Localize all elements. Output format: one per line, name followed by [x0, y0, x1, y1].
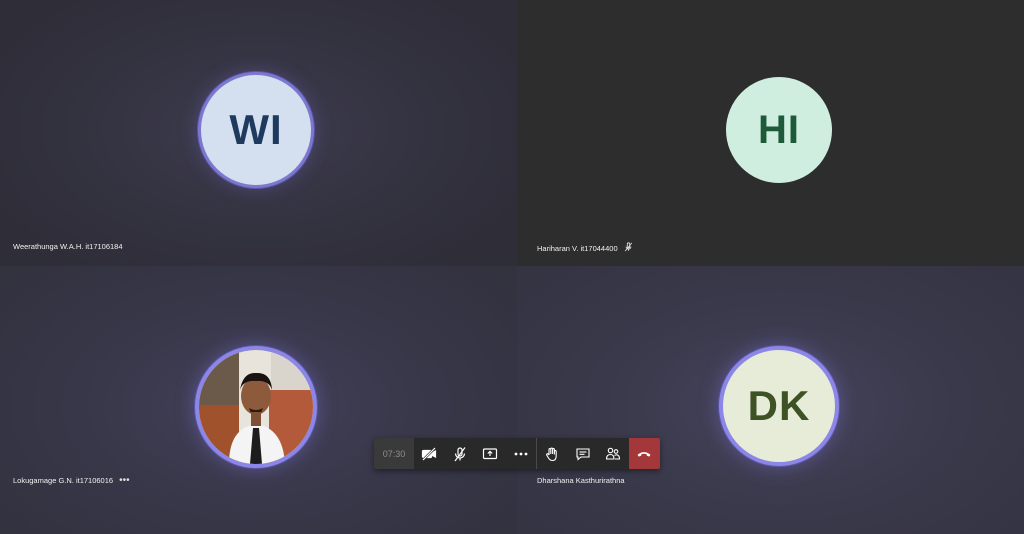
participant-name: Dharshana Kasthurirathna: [537, 476, 625, 485]
raise-hand-icon: [546, 447, 557, 461]
camera-off-icon: [422, 446, 437, 461]
participants-button[interactable]: [598, 438, 629, 469]
mic-muted-icon: [624, 242, 633, 254]
share-screen-button[interactable]: [475, 438, 506, 469]
mic-toggle-button[interactable]: [445, 438, 476, 469]
video-tile-lokugamage[interactable]: Lokugamage G.N. it17106016 •••: [0, 266, 517, 534]
chat-icon: [576, 447, 590, 461]
participant-name-label: Weerathunga W.A.H. it17106184: [13, 242, 123, 251]
more-options-icon[interactable]: •••: [119, 475, 130, 485]
chat-button[interactable]: [568, 438, 599, 469]
participant-name: Hariharan V. it17044400: [537, 242, 633, 254]
video-tile-dharshana[interactable]: DK Dharshana Kasthurirathna: [517, 266, 1024, 534]
camera-toggle-button[interactable]: [414, 438, 445, 469]
video-tile-hariharan[interactable]: HI Hariharan V. it17044400: [517, 0, 1024, 266]
raise-hand-button[interactable]: [537, 438, 568, 469]
avatar: HI: [726, 77, 832, 183]
video-tile-weerathunga[interactable]: WI Weerathunga W.A.H. it17106184: [0, 0, 517, 266]
hang-up-icon: [637, 451, 651, 457]
avatar: [195, 346, 317, 468]
mic-off-icon: [454, 446, 466, 461]
call-timer: 07:30: [374, 438, 414, 469]
more-options-icon: [514, 452, 528, 455]
call-controls-toolbar: 07:30: [374, 438, 660, 469]
participant-name-label: Dharshana Kasthurirathna: [537, 476, 625, 485]
profile-photo: [199, 350, 313, 464]
share-screen-icon: [483, 447, 498, 459]
more-actions-button[interactable]: [506, 438, 537, 469]
participant-name: Weerathunga W.A.H. it17106184: [13, 242, 123, 251]
participant-name-label: Lokugamage G.N. it17106016: [13, 476, 114, 485]
participant-name-label: Hariharan V. it17044400: [537, 243, 618, 253]
avatar: WI: [198, 72, 314, 188]
avatar: DK: [719, 346, 839, 466]
participants-icon: [606, 447, 621, 460]
participant-name: Lokugamage G.N. it17106016 •••: [13, 475, 130, 485]
hang-up-button[interactable]: [628, 438, 660, 469]
